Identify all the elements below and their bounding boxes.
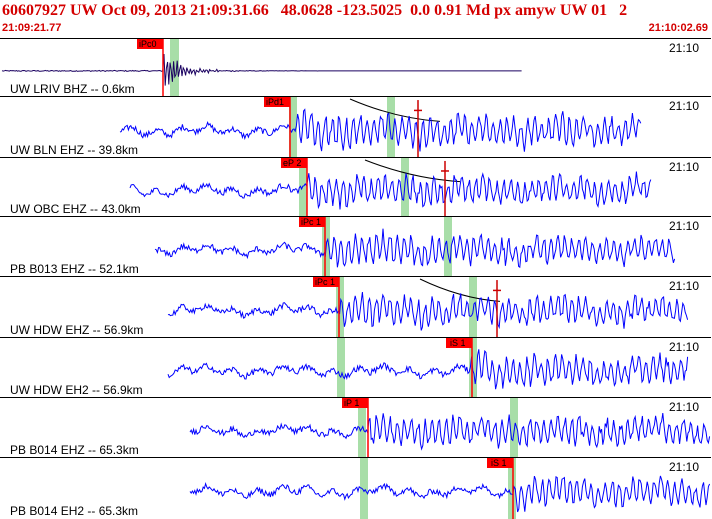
station-label: UW LRIV BHZ -- 0.6km [10, 82, 135, 96]
trace-time-label: 21:10 [668, 340, 699, 354]
p-window-band [337, 338, 345, 398]
trace-panel[interactable]: iPc0 21:10 UW LRIV BHZ -- 0.6km [0, 38, 711, 97]
p-pick-label: iPc 1 [301, 217, 321, 227]
waveform-line [129, 171, 652, 210]
s-pick-label: iS 1 [491, 458, 507, 468]
station-label: UW OBC EHZ -- 43.0km [10, 202, 141, 216]
trace-time-label: 21:10 [668, 460, 699, 474]
p-pick-label: iP 1 [344, 398, 359, 408]
station-label: UW HDW EHZ -- 56.9km [10, 323, 144, 337]
p-pick-label: iPc 1 [315, 277, 335, 287]
trace-time-label: 21:10 [668, 219, 699, 233]
end-time: 21:10:02.69 [648, 22, 708, 34]
trace-panel[interactable]: iPc 1 21:10 UW HDW EHZ -- 56.9km [0, 276, 711, 338]
p-pick-label: iPd1 [266, 97, 284, 107]
event-title: 60607927 UW Oct 09, 2013 21:09:31.66 48.… [2, 2, 628, 19]
trace-panel[interactable]: iS 1 21:10 PB B014 EH2 -- 65.3km [0, 457, 711, 519]
trace-time-label: 21:10 [668, 160, 699, 174]
trace-panel[interactable]: iPc 1 21:10 PB B013 EHZ -- 52.1km [0, 216, 711, 277]
trace-time-label: 21:10 [668, 279, 699, 293]
start-time: 21:09:21.77 [2, 22, 62, 34]
waveform-line [1, 53, 522, 86]
station-label: PB B014 EHZ -- 65.3km [10, 443, 139, 457]
station-label: PB B014 EH2 -- 65.3km [10, 504, 139, 518]
seismogram-viewer: 60607927 UW Oct 09, 2013 21:09:31.66 48.… [0, 0, 712, 519]
station-label: UW HDW EH2 -- 56.9km [10, 383, 143, 397]
trace-panel[interactable]: iPd1 21:10 UW BLN EHZ -- 39.8km [0, 96, 711, 158]
waveform-line [189, 413, 711, 451]
trace-time-label: 21:10 [668, 400, 699, 414]
station-label: UW BLN EHZ -- 39.8km [10, 143, 139, 157]
trace-panel[interactable]: eP 2 21:10 UW OBC EHZ -- 43.0km [0, 157, 711, 217]
station-label: PB B013 EHZ -- 52.1km [10, 262, 139, 276]
waveform-line [167, 291, 689, 331]
s-pick-label: iS 1 [450, 338, 466, 348]
p-pick-label: iPc0 [139, 39, 157, 49]
event-header: 60607927 UW Oct 09, 2013 21:09:31.66 48.… [0, 0, 712, 36]
p-pick-label: eP 2 [283, 158, 301, 168]
trace-panel[interactable]: iP 1 21:10 PB B014 EHZ -- 65.3km [0, 397, 711, 458]
trace-panel[interactable]: iS 1 21:10 UW HDW EH2 -- 56.9km [0, 337, 711, 398]
waveform-line [189, 475, 711, 513]
trace-time-label: 21:10 [668, 41, 699, 55]
waveform-line [154, 228, 676, 269]
waveform-line [167, 349, 689, 390]
trace-time-label: 21:10 [668, 99, 699, 113]
waveform-line [119, 108, 642, 152]
